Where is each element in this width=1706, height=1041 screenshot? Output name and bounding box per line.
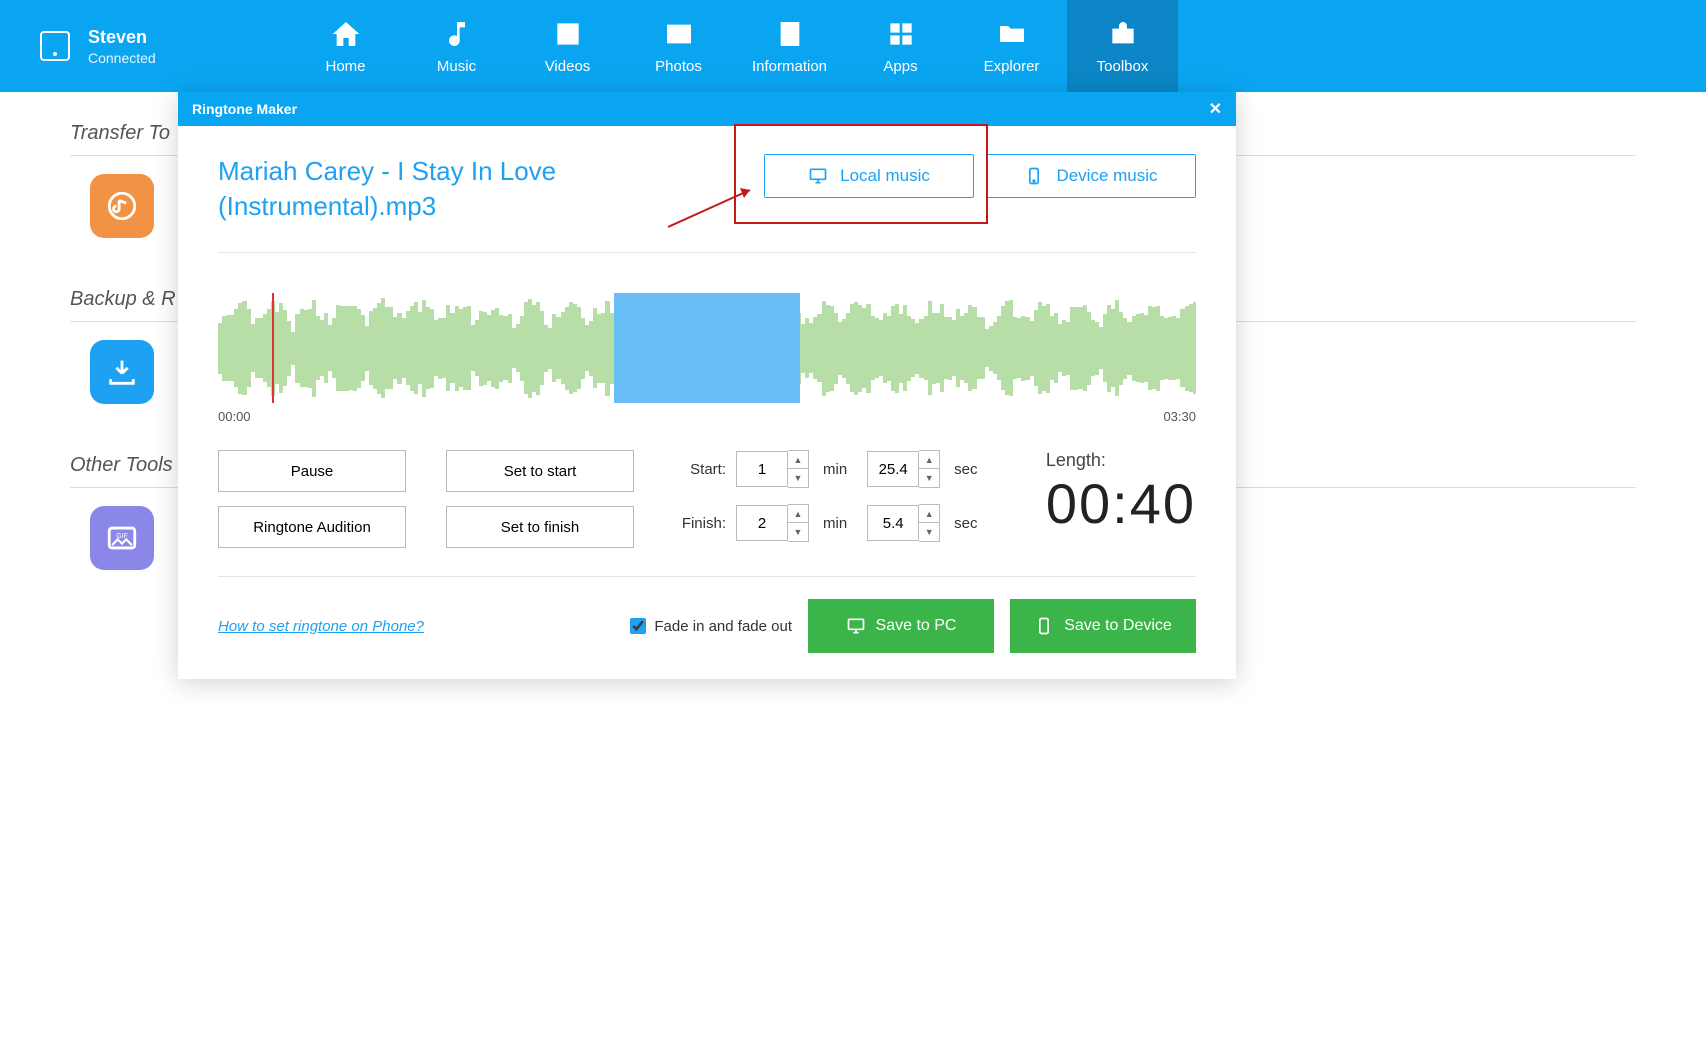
- film-icon: [552, 18, 584, 50]
- length-value: 00:40: [1046, 471, 1196, 536]
- start-sec-input[interactable]: [867, 451, 919, 487]
- waveform-canvas[interactable]: [218, 293, 1196, 403]
- main-toolbar: Steven Connected Home Music Videos Photo…: [0, 0, 1706, 92]
- device-block: Steven Connected: [0, 0, 290, 92]
- down-icon[interactable]: ▼: [788, 469, 808, 487]
- start-min-stepper[interactable]: ▲▼: [736, 450, 809, 488]
- finish-sec-input[interactable]: [867, 505, 919, 541]
- monitor-icon: [846, 616, 866, 636]
- music-icon: [441, 18, 473, 50]
- up-icon[interactable]: ▲: [788, 505, 808, 523]
- device-status: Connected: [88, 50, 156, 66]
- ringtone-maker-modal: Ringtone Maker ✕ Mariah Carey - I Stay I…: [178, 92, 1236, 679]
- nav-explorer[interactable]: Explorer: [956, 0, 1067, 92]
- save-to-device-button[interactable]: Save to Device: [1010, 599, 1196, 653]
- home-icon: [330, 18, 362, 50]
- phone-icon: [40, 31, 70, 61]
- modal-title: Ringtone Maker: [192, 101, 297, 117]
- close-icon[interactable]: ✕: [1209, 99, 1222, 119]
- nav-bar: Home Music Videos Photos Information App…: [290, 0, 1706, 92]
- pause-button[interactable]: Pause: [218, 450, 406, 492]
- current-file-name: Mariah Carey - I Stay In Love (Instrumen…: [218, 154, 678, 224]
- up-icon[interactable]: ▲: [919, 505, 939, 523]
- finish-label: Finish:: [674, 515, 726, 532]
- start-sec-stepper[interactable]: ▲▼: [867, 450, 940, 488]
- tile-transfer-music[interactable]: [90, 174, 154, 238]
- nav-apps[interactable]: Apps: [845, 0, 956, 92]
- start-min-input[interactable]: [736, 451, 788, 487]
- ringtone-audition-button[interactable]: Ringtone Audition: [218, 506, 406, 548]
- fade-checkbox[interactable]: Fade in and fade out: [630, 618, 792, 635]
- time-start: 00:00: [218, 409, 251, 424]
- arrow-annotation: [668, 182, 758, 237]
- finish-sec-stepper[interactable]: ▲▼: [867, 504, 940, 542]
- fade-checkbox-input[interactable]: [630, 618, 646, 634]
- toolbox-icon: [1107, 18, 1139, 50]
- down-icon[interactable]: ▼: [788, 523, 808, 541]
- playhead[interactable]: [272, 293, 274, 403]
- set-to-start-button[interactable]: Set to start: [446, 450, 634, 492]
- howto-link[interactable]: How to set ringtone on Phone?: [218, 618, 424, 635]
- gif-image-icon: GIF: [105, 521, 139, 555]
- down-icon[interactable]: ▼: [919, 469, 939, 487]
- monitor-icon: [808, 166, 828, 186]
- phone-icon: [1034, 616, 1054, 636]
- finish-min-stepper[interactable]: ▲▼: [736, 504, 809, 542]
- time-end: 03:30: [1163, 409, 1196, 424]
- waveform[interactable]: 00:00 03:30: [218, 293, 1196, 424]
- up-icon[interactable]: ▲: [788, 451, 808, 469]
- device-music-button[interactable]: Device music: [986, 154, 1196, 198]
- tile-backup[interactable]: [90, 340, 154, 404]
- folder-icon: [996, 18, 1028, 50]
- selection-region[interactable]: [614, 293, 800, 403]
- nav-information[interactable]: Information: [734, 0, 845, 92]
- length-label: Length:: [1046, 450, 1196, 471]
- up-icon[interactable]: ▲: [919, 451, 939, 469]
- set-to-finish-button[interactable]: Set to finish: [446, 506, 634, 548]
- transfer-music-icon: [105, 189, 139, 223]
- nav-home[interactable]: Home: [290, 0, 401, 92]
- nav-toolbox[interactable]: Toolbox: [1067, 0, 1178, 92]
- save-to-pc-button[interactable]: Save to PC: [808, 599, 994, 653]
- nav-photos[interactable]: Photos: [623, 0, 734, 92]
- down-icon[interactable]: ▼: [919, 523, 939, 541]
- contact-icon: [774, 18, 806, 50]
- finish-min-input[interactable]: [736, 505, 788, 541]
- device-name: Steven: [88, 27, 156, 48]
- image-icon: [663, 18, 695, 50]
- nav-music[interactable]: Music: [401, 0, 512, 92]
- modal-header[interactable]: Ringtone Maker ✕: [178, 92, 1236, 126]
- download-tray-icon: [105, 355, 139, 389]
- phone-icon: [1024, 166, 1044, 186]
- local-music-button[interactable]: Local music: [764, 154, 974, 198]
- apps-icon: [885, 18, 917, 50]
- tile-gif-maker[interactable]: GIF: [90, 506, 154, 570]
- start-label: Start:: [674, 461, 726, 478]
- nav-videos[interactable]: Videos: [512, 0, 623, 92]
